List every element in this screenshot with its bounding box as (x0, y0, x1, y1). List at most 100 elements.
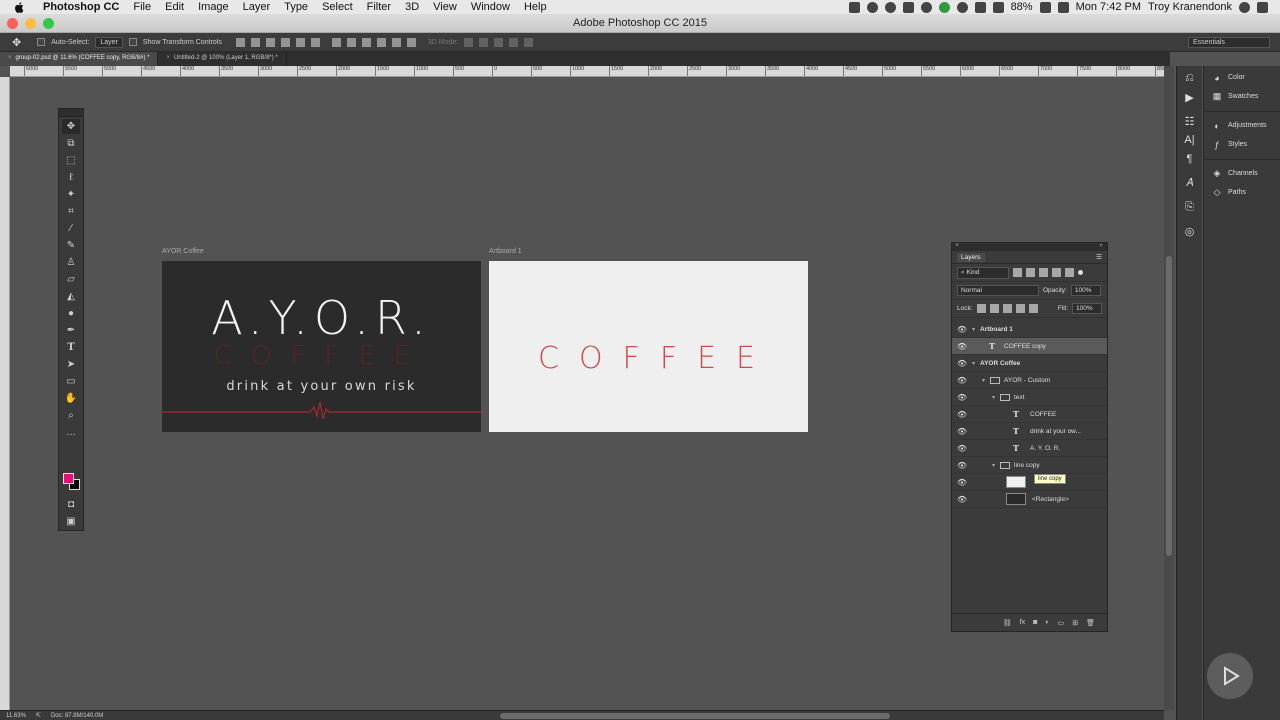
tab-group-02[interactable]: × group-02.psd @ 11.6% (COFFEE copy, RGB/… (0, 52, 159, 66)
workspace-dropdown[interactable]: Essentials (1188, 36, 1270, 48)
distribute-left-icon[interactable] (376, 37, 386, 47)
vertical-scrollbar[interactable] (1164, 66, 1174, 710)
layer-rectangle[interactable]: 👁 <Rectangle> (952, 491, 1107, 508)
visibility-eye-icon[interactable]: 👁 (952, 325, 972, 334)
layer-ayor-custom[interactable]: 👁 ▾ AYOR - Custom (952, 372, 1107, 389)
filter-shape-icon[interactable] (1052, 268, 1061, 277)
visibility-eye-icon[interactable]: 👁 (952, 461, 972, 470)
fill-field[interactable]: 100% (1072, 303, 1102, 314)
close-window-button[interactable] (7, 18, 18, 29)
delete-layer-icon[interactable]: 🗑 (1086, 619, 1095, 627)
zoom-tool-icon[interactable]: ⌕ (62, 408, 80, 423)
artboard-1[interactable]: COFFEE (489, 261, 808, 432)
dock-channels[interactable]: ◈ Channels (1204, 164, 1280, 183)
visibility-eye-icon[interactable]: 👁 (952, 444, 972, 453)
vertical-ruler[interactable] (0, 77, 10, 710)
visibility-eye-icon[interactable]: 👁 (952, 427, 972, 436)
minimize-window-button[interactable] (25, 18, 36, 29)
quick-mask-icon[interactable]: ◘ (62, 497, 80, 512)
lock-transparency-icon[interactable] (976, 304, 986, 313)
layer-style-icon[interactable]: fx (1020, 619, 1025, 626)
artboard-ayor-coffee[interactable]: A.Y.O.R. COFFEE drink at your own risk (162, 261, 481, 432)
visibility-eye-icon[interactable]: 👁 (952, 410, 972, 419)
artboard-label-1[interactable]: Artboard 1 (489, 248, 522, 255)
visibility-eye-icon[interactable]: 👁 (952, 359, 972, 368)
pen-tool-icon[interactable]: ✒ (62, 323, 80, 338)
marquee-tool-icon[interactable]: ⬚ (62, 153, 80, 168)
opacity-field[interactable]: 100% (1070, 285, 1101, 296)
3d-pan-icon[interactable] (494, 37, 504, 47)
distribute-hcenter-icon[interactable] (391, 37, 401, 47)
zoom-level[interactable]: 11.63% (6, 713, 26, 719)
layers-panel-titlebar[interactable]: × » (952, 242, 1107, 251)
menu-image[interactable]: Image (191, 1, 236, 13)
lock-pixels-icon[interactable] (989, 304, 999, 313)
disclosure-arrow-icon[interactable]: ▾ (972, 360, 980, 367)
tools-panel-header[interactable] (59, 109, 83, 117)
align-top-icon[interactable] (235, 37, 245, 47)
menu-help[interactable]: Help (517, 1, 554, 13)
layer-coffee-copy[interactable]: 👁 T COFFEE copy (952, 338, 1107, 355)
creative-cloud-icon[interactable]: ◎ (1183, 224, 1197, 238)
time-machine-icon[interactable] (920, 1, 932, 13)
disclosure-arrow-icon[interactable]: ▾ (992, 462, 1000, 469)
artboard-tool-icon[interactable]: ⧉ (62, 136, 80, 151)
filter-kind-dropdown[interactable]: ⌕ Kind (957, 266, 1009, 279)
disclosure-arrow-icon[interactable]: ▾ (982, 377, 990, 384)
menu-filter[interactable]: Filter (360, 1, 398, 13)
horizontal-scroll-thumb[interactable] (500, 713, 890, 719)
align-bottom-icon[interactable] (265, 37, 275, 47)
disclosure-arrow-icon[interactable]: ▾ (992, 394, 1000, 401)
collapse-panel-icon[interactable]: » (1099, 242, 1103, 249)
paint-bucket-tool-icon[interactable]: ◭ (62, 289, 80, 304)
align-left-icon[interactable] (280, 37, 290, 47)
tab-untitled-2[interactable]: × Untitled-2 @ 100% (Layer 1, RGB/8*) * (158, 52, 287, 66)
more-tools-icon[interactable]: … (62, 425, 80, 440)
layer-artboard-1[interactable]: 👁 ▾ Artboard 1 (952, 321, 1107, 338)
evernote-icon[interactable] (938, 1, 950, 13)
3d-rotate-icon[interactable] (464, 37, 474, 47)
menu-file[interactable]: File (126, 1, 158, 13)
zoom-window-button[interactable] (43, 18, 54, 29)
auto-select-dropdown[interactable]: Layer (95, 36, 123, 48)
align-hcenter-icon[interactable] (295, 37, 305, 47)
dock-color[interactable]: ◕ Color (1204, 68, 1280, 87)
menu-clock[interactable]: Mon 7:42 PM (1076, 1, 1141, 13)
menu-3d[interactable]: 3D (398, 1, 426, 13)
new-group-icon[interactable]: ▭ (1058, 619, 1065, 627)
blend-mode-dropdown[interactable]: Normal (957, 285, 1039, 296)
visibility-eye-icon[interactable]: 👁 (952, 393, 972, 402)
layer-drink-at-your-own[interactable]: 👁 T drink at your ow... (952, 423, 1107, 440)
user-name[interactable]: Troy Kranendonk (1148, 1, 1232, 13)
spotlight-search-icon[interactable] (1239, 1, 1250, 13)
dock-styles[interactable]: ƒ Styles (1204, 135, 1280, 154)
3d-scale-icon[interactable] (524, 37, 534, 47)
sync-icon[interactable] (884, 1, 896, 13)
menu-app-name[interactable]: Photoshop CC (36, 1, 126, 13)
dock-paths[interactable]: ◇ Paths (1204, 183, 1280, 202)
layers-tab[interactable]: Layers (957, 252, 985, 262)
lock-position-icon[interactable] (1002, 304, 1012, 313)
dodge-tool-icon[interactable]: ● (62, 306, 80, 321)
menu-view[interactable]: View (426, 1, 464, 13)
location-icon[interactable] (866, 1, 878, 13)
apple-menu-icon[interactable] (12, 0, 26, 14)
layer-line-copy-shape[interactable]: 👁 (952, 474, 1107, 491)
glyphs-icon[interactable]: 𝐴 (1183, 176, 1197, 190)
doc-size[interactable]: Doc: 87.8M/140.0M (51, 713, 103, 719)
transform-controls-checkbox[interactable] (128, 38, 137, 46)
brush-tool-icon[interactable]: ✎ (62, 238, 80, 253)
libraries-icon[interactable]: ⎘ (1183, 200, 1197, 214)
hand-tool-icon[interactable]: ✋ (62, 391, 80, 406)
filter-type-icon[interactable] (1039, 268, 1048, 277)
path-selection-tool-icon[interactable]: ➤ (62, 357, 80, 372)
dropbox-icon[interactable] (902, 1, 914, 13)
layer-coffee[interactable]: 👁 T COFFEE (952, 406, 1107, 423)
notification-center-icon[interactable] (1257, 1, 1268, 13)
filter-adjustment-icon[interactable] (1026, 268, 1035, 277)
new-layer-icon[interactable]: ⊞ (1072, 619, 1078, 627)
swap-colors-icon[interactable] (62, 442, 80, 450)
align-vcenter-icon[interactable] (250, 37, 260, 47)
distribute-right-icon[interactable] (406, 37, 416, 47)
visibility-eye-icon[interactable]: 👁 (952, 495, 972, 504)
